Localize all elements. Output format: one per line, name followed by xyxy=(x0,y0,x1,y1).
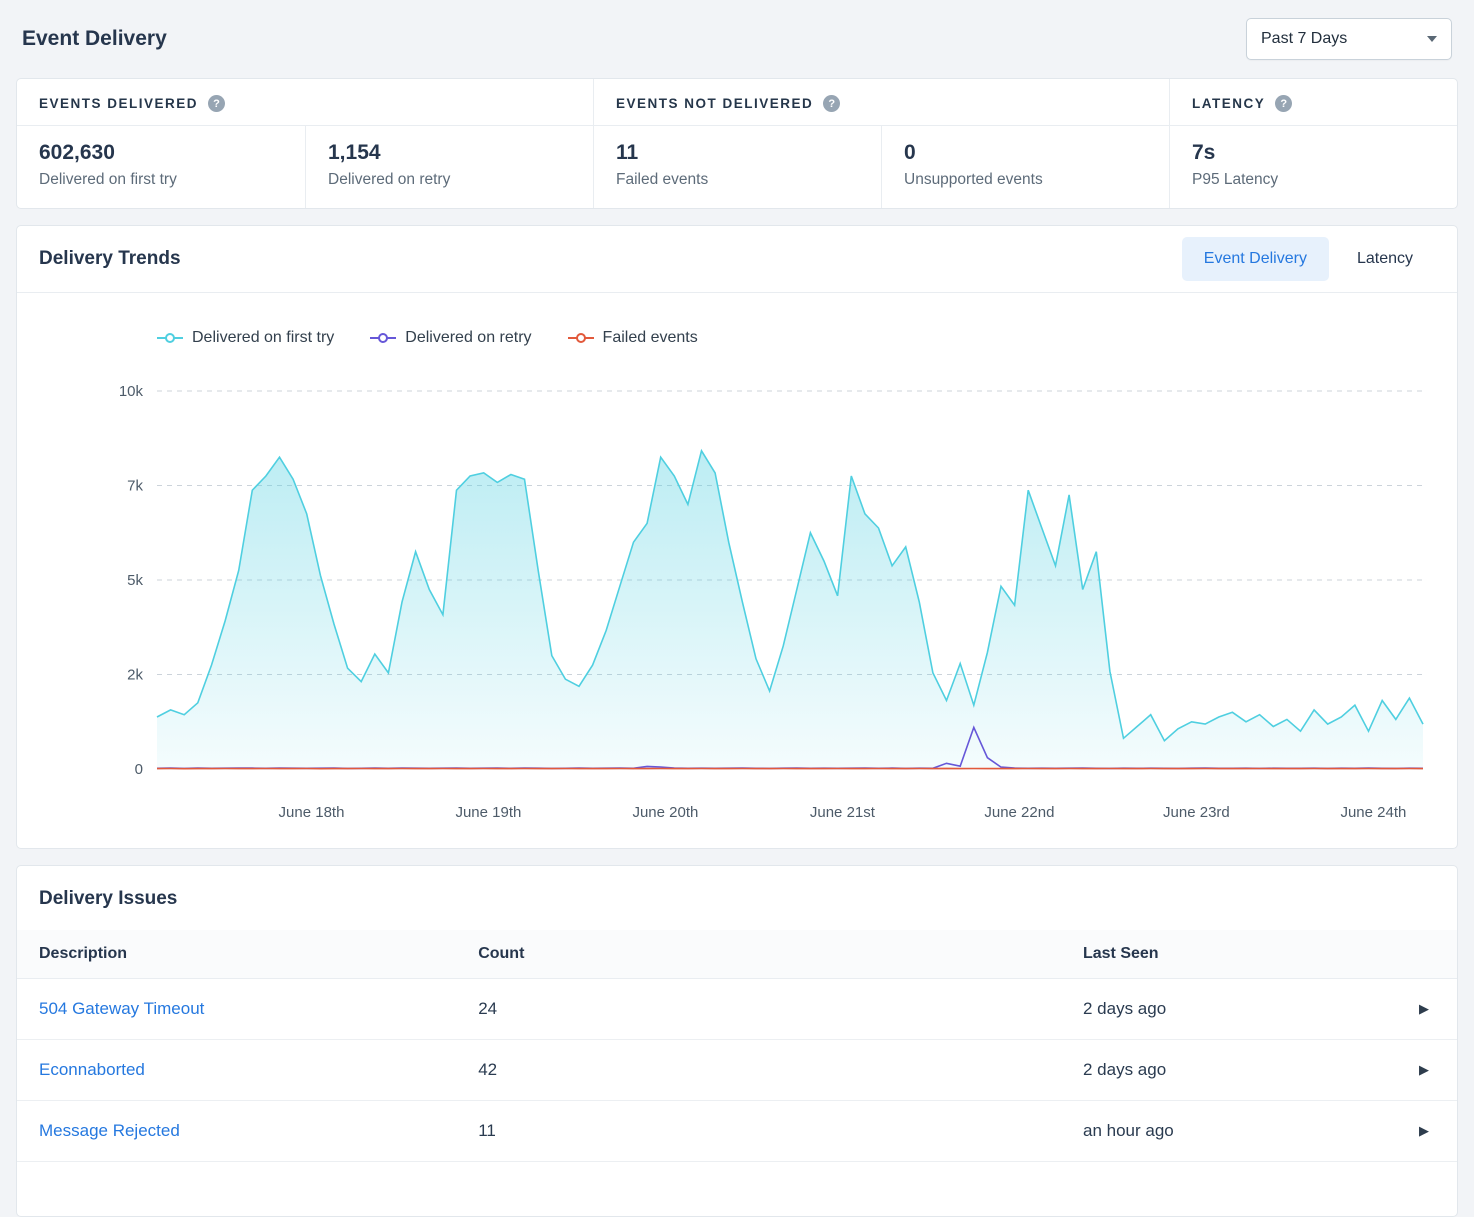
stat-delivered-on-retry: 1,154 Delivered on retry xyxy=(305,126,593,208)
help-icon[interactable]: ? xyxy=(823,95,840,112)
chevron-down-icon xyxy=(1427,36,1437,42)
column-header-last-seen: Last Seen xyxy=(1061,930,1399,978)
stats-section-label: EVENTS NOT DELIVERED xyxy=(616,96,813,111)
svg-text:June 24th: June 24th xyxy=(1340,804,1406,821)
issue-link[interactable]: 504 Gateway Timeout xyxy=(17,979,456,1039)
issue-row-message-rejected[interactable]: Message Rejected 11 an hour ago ▶ xyxy=(17,1101,1457,1162)
issue-last-seen: an hour ago xyxy=(1061,1101,1399,1161)
page-title: Event Delivery xyxy=(22,27,167,51)
svg-text:2k: 2k xyxy=(127,667,143,684)
stats-section-label: EVENTS DELIVERED xyxy=(39,96,198,111)
legend-marker-icon xyxy=(370,332,396,344)
summary-stats-card: EVENTS DELIVERED ? EVENTS NOT DELIVERED … xyxy=(16,78,1458,209)
issue-count: 42 xyxy=(456,1040,1061,1100)
svg-text:10k: 10k xyxy=(119,383,144,400)
date-range-select[interactable]: Past 7 Days xyxy=(1246,18,1452,60)
stat-label: Delivered on retry xyxy=(328,171,571,189)
trends-header: Delivery Trends Event Delivery Latency xyxy=(17,226,1457,293)
legend-marker-icon xyxy=(568,332,594,344)
section-title-delivery-issues: Delivery Issues xyxy=(17,888,1457,930)
help-icon[interactable]: ? xyxy=(1275,95,1292,112)
svg-text:June 23rd: June 23rd xyxy=(1163,804,1230,821)
stats-values: 602,630 Delivered on first try 1,154 Del… xyxy=(17,126,1457,208)
issue-row-econnaborted[interactable]: Econnaborted 42 2 days ago ▶ xyxy=(17,1040,1457,1101)
svg-text:0: 0 xyxy=(135,761,143,778)
stat-p95-latency: 7s P95 Latency xyxy=(1169,126,1457,208)
trends-tabs: Event Delivery Latency xyxy=(1182,237,1435,281)
stat-label: Delivered on first try xyxy=(39,171,283,189)
issue-last-seen: 2 days ago xyxy=(1061,979,1399,1039)
chevron-right-icon[interactable]: ▶ xyxy=(1397,981,1457,1037)
legend-label: Delivered on first try xyxy=(192,329,334,347)
stat-value: 0 xyxy=(904,141,1147,165)
column-header-count: Count xyxy=(456,930,1061,978)
svg-text:June 20th: June 20th xyxy=(632,804,698,821)
help-icon[interactable]: ? xyxy=(208,95,225,112)
svg-text:June 22nd: June 22nd xyxy=(984,804,1054,821)
stats-section-events-not-delivered: EVENTS NOT DELIVERED ? xyxy=(593,79,1169,125)
stat-failed-events: 11 Failed events xyxy=(593,126,881,208)
stats-section-events-delivered: EVENTS DELIVERED ? xyxy=(17,79,593,125)
chevron-right-icon[interactable]: ▶ xyxy=(1397,1042,1457,1098)
stat-delivered-first-try: 602,630 Delivered on first try xyxy=(17,126,305,208)
legend-item-first-try[interactable]: Delivered on first try xyxy=(157,329,334,347)
issue-count: 11 xyxy=(456,1101,1061,1161)
svg-text:June 18th: June 18th xyxy=(279,804,345,821)
stat-value: 602,630 xyxy=(39,141,283,165)
chart-area: Delivered on first try Delivered on retr… xyxy=(17,293,1457,848)
stats-section-label: LATENCY xyxy=(1192,96,1265,111)
tab-latency[interactable]: Latency xyxy=(1335,237,1435,281)
stat-label: Failed events xyxy=(616,171,859,189)
delivery-trends-card: Delivery Trends Event Delivery Latency D… xyxy=(16,225,1458,849)
svg-text:June 21st: June 21st xyxy=(810,804,876,821)
issues-table-header: Description Count Last Seen xyxy=(17,930,1457,979)
issue-link[interactable]: Econnaborted xyxy=(17,1040,456,1100)
stat-unsupported-events: 0 Unsupported events xyxy=(881,126,1169,208)
stat-value: 1,154 xyxy=(328,141,571,165)
tab-event-delivery[interactable]: Event Delivery xyxy=(1182,237,1329,281)
stat-label: P95 Latency xyxy=(1192,171,1435,189)
column-header-spacer xyxy=(1399,939,1457,969)
column-header-description: Description xyxy=(17,930,456,978)
top-bar: Event Delivery Past 7 Days xyxy=(22,18,1452,60)
svg-text:5k: 5k xyxy=(127,572,143,589)
svg-text:June 19th: June 19th xyxy=(455,804,521,821)
stats-header: EVENTS DELIVERED ? EVENTS NOT DELIVERED … xyxy=(17,79,1457,126)
stats-section-latency: LATENCY ? xyxy=(1169,79,1457,125)
page: Event Delivery Past 7 Days EVENTS DELIVE… xyxy=(0,0,1474,1217)
stat-label: Unsupported events xyxy=(904,171,1147,189)
legend-item-retry[interactable]: Delivered on retry xyxy=(370,329,531,347)
issue-row-504-gateway-timeout[interactable]: 504 Gateway Timeout 24 2 days ago ▶ xyxy=(17,979,1457,1040)
stat-value: 7s xyxy=(1192,141,1435,165)
stat-value: 11 xyxy=(616,141,859,165)
chevron-right-icon[interactable]: ▶ xyxy=(1397,1103,1457,1159)
section-title-delivery-trends: Delivery Trends xyxy=(39,248,181,270)
date-range-value: Past 7 Days xyxy=(1261,30,1347,48)
svg-text:7k: 7k xyxy=(127,478,143,495)
chart-legend: Delivered on first try Delivered on retr… xyxy=(157,329,1435,347)
issue-last-seen: 2 days ago xyxy=(1061,1040,1399,1100)
delivery-trends-chart: 0 2k 5k 7k 10k June 18th June 19th June 20th Jun… xyxy=(39,363,1431,833)
legend-marker-icon xyxy=(157,332,183,344)
issue-count: 24 xyxy=(456,979,1061,1039)
legend-label: Delivered on retry xyxy=(405,329,531,347)
legend-label: Failed events xyxy=(603,329,698,347)
issue-link[interactable]: Message Rejected xyxy=(17,1101,456,1161)
delivery-issues-card: Delivery Issues Description Count Last S… xyxy=(16,865,1458,1217)
legend-item-failed[interactable]: Failed events xyxy=(568,329,698,347)
